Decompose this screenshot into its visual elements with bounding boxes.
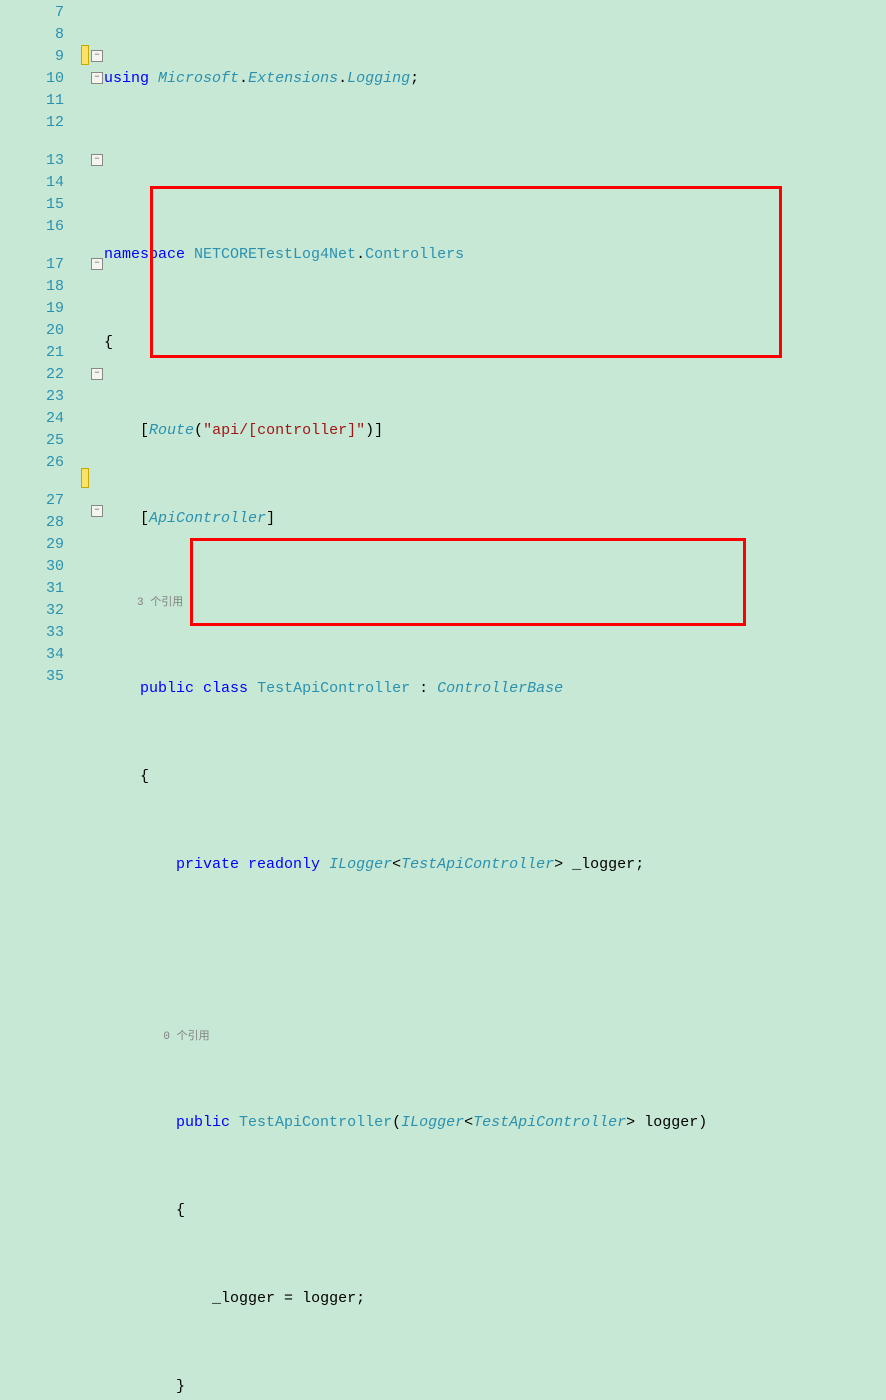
fold-toggle[interactable]: − [91,154,103,166]
code-editor[interactable]: 7 8 9 10 11 12 13 14 15 16 17 18 19 20 2… [0,0,886,700]
line-number: 12 [0,112,80,134]
line-number: 29 [0,534,80,556]
fold-toggle[interactable]: − [91,368,103,380]
code-line[interactable]: { [104,766,886,788]
line-number: 8 [0,24,80,46]
fold-toggle[interactable]: − [91,505,103,517]
line-number: 22 [0,364,80,386]
code-line[interactable]: public class TestApiController : Control… [104,678,886,700]
line-number: 25 [0,430,80,452]
line-number: 7 [0,2,80,24]
line-number: 20 [0,320,80,342]
code-line[interactable]: { [104,1200,886,1222]
line-number: 27 [0,490,80,512]
code-line[interactable]: [Route("api/[controller]")] [104,420,886,442]
field: _logger [212,1290,275,1307]
type: ILogger [401,1114,464,1131]
line-number: 35 [0,666,80,688]
line-number: 21 [0,342,80,364]
string-literal: "api/[controller]" [203,422,365,439]
keyword: private [176,856,239,873]
code-area[interactable]: using Microsoft.Extensions.Logging; name… [104,0,886,700]
constructor-name: TestApiController [239,1114,392,1131]
attribute: ApiController [149,510,266,527]
type: TestApiController [401,856,554,873]
highlight-box [190,538,746,626]
change-marker [81,468,89,488]
line-number-gutter: 7 8 9 10 11 12 13 14 15 16 17 18 19 20 2… [0,0,80,700]
line-number: 32 [0,600,80,622]
fold-column: − − − − − − [90,0,104,700]
namespace: NETCORETestLog4Net [194,246,356,263]
codelens-references[interactable]: 0 个引用 [104,1030,886,1046]
type: ILogger [329,856,392,873]
code-line[interactable]: using Microsoft.Extensions.Logging; [104,68,886,90]
codelens-references[interactable]: 3 个引用 [104,596,886,612]
keyword: public [140,680,194,697]
line-number: 9 [0,46,80,68]
code-line[interactable]: namespace NETCORETestLog4Net.Controllers [104,244,886,266]
keyword: class [203,680,248,697]
line-number: 24 [0,408,80,430]
code-line[interactable]: _logger = logger; [104,1288,886,1310]
line-number: 15 [0,194,80,216]
parameter: logger [644,1114,698,1131]
line-number: 18 [0,276,80,298]
attribute: Route [149,422,194,439]
namespace: Controllers [365,246,464,263]
fold-toggle[interactable]: − [91,258,103,270]
keyword: public [176,1114,230,1131]
line-number: 10 [0,68,80,90]
variable: logger [302,1290,356,1307]
line-number: 31 [0,578,80,600]
code-line[interactable] [104,156,886,178]
namespace: Extensions [248,70,338,87]
line-number: 19 [0,298,80,320]
line-number: 33 [0,622,80,644]
field: _logger [572,856,635,873]
line-number: 11 [0,90,80,112]
fold-toggle[interactable]: − [91,50,103,62]
line-number: 17 [0,254,80,276]
class-name: TestApiController [257,680,410,697]
type: TestApiController [473,1114,626,1131]
code-line[interactable]: private readonly ILogger<TestApiControll… [104,854,886,876]
code-line[interactable]: { [104,332,886,354]
namespace: Microsoft [158,70,239,87]
change-marker-strip [80,0,90,700]
keyword: namespace [104,246,185,263]
line-number: 13 [0,150,80,172]
line-number: 14 [0,172,80,194]
fold-toggle[interactable]: − [91,72,103,84]
line-number: 16 [0,216,80,238]
keyword: readonly [248,856,320,873]
line-number: 26 [0,452,80,474]
code-line[interactable]: public TestApiController(ILogger<TestApi… [104,1112,886,1134]
line-number: 28 [0,512,80,534]
code-line[interactable] [104,942,886,964]
line-number: 30 [0,556,80,578]
line-number: 34 [0,644,80,666]
code-line[interactable]: [ApiController] [104,508,886,530]
keyword: using [104,70,149,87]
namespace: Logging [347,70,410,87]
change-marker [81,45,89,65]
base-class: ControllerBase [437,680,563,697]
line-number: 23 [0,386,80,408]
code-line[interactable]: } [104,1376,886,1398]
